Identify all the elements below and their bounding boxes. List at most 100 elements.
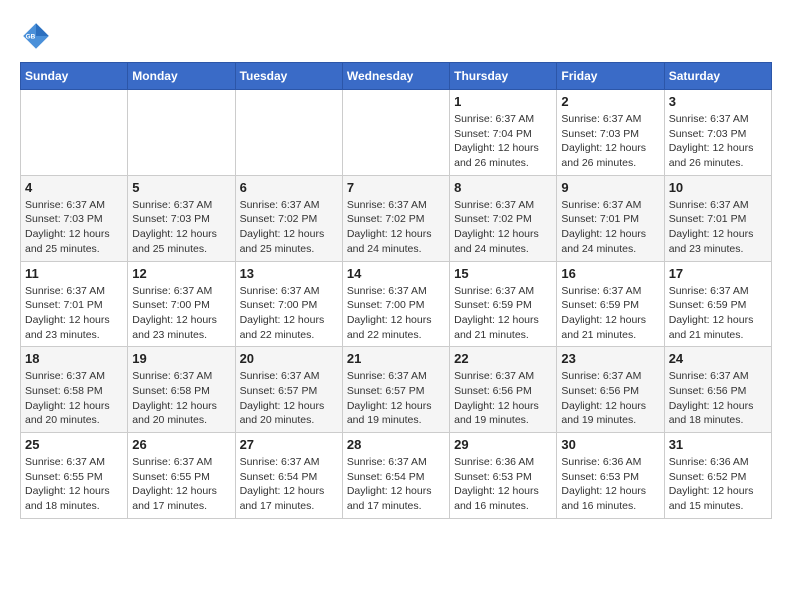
logo-icon: GB: [20, 20, 52, 52]
calendar-cell: 24 Sunrise: 6:37 AM Sunset: 6:56 PM Dayli…: [664, 347, 771, 433]
day-number: 20: [240, 351, 338, 366]
calendar-cell: 23 Sunrise: 6:37 AM Sunset: 6:56 PM Dayli…: [557, 347, 664, 433]
calendar-cell: 27 Sunrise: 6:37 AM Sunset: 6:54 PM Dayli…: [235, 433, 342, 519]
day-number: 4: [25, 180, 123, 195]
logo: GB: [20, 20, 56, 52]
calendar-cell: [128, 90, 235, 176]
day-number: 16: [561, 266, 659, 281]
day-number: 13: [240, 266, 338, 281]
calendar-cell: 18Sunrise: 6:37 AM Sunset: 6:58 PM Dayli…: [21, 347, 128, 433]
cell-text: Sunrise: 6:37 AM Sunset: 7:01 PM Dayligh…: [561, 198, 659, 257]
cell-text: Sunrise: 6:37 AM Sunset: 6:54 PM Dayligh…: [240, 455, 338, 514]
day-number: 9: [561, 180, 659, 195]
day-number: 2: [561, 94, 659, 109]
calendar-cell: 31Sunrise: 6:36 AM Sunset: 6:52 PM Dayli…: [664, 433, 771, 519]
day-number: 7: [347, 180, 445, 195]
calendar-cell: 2 Sunrise: 6:37 AM Sunset: 7:03 PM Daylig…: [557, 90, 664, 176]
cell-text: Sunrise: 6:37 AM Sunset: 7:02 PM Dayligh…: [347, 198, 445, 257]
calendar-cell: 20 Sunrise: 6:37 AM Sunset: 6:57 PM Dayli…: [235, 347, 342, 433]
day-of-week-thursday: Thursday: [450, 63, 557, 90]
day-number: 12: [132, 266, 230, 281]
day-number: 1: [454, 94, 552, 109]
day-number: 30: [561, 437, 659, 452]
calendar-cell: 26 Sunrise: 6:37 AM Sunset: 6:55 PM Dayli…: [128, 433, 235, 519]
calendar-cell: [21, 90, 128, 176]
day-number: 24: [669, 351, 767, 366]
day-number: 11: [25, 266, 123, 281]
cell-text: Sunrise: 6:37 AM Sunset: 6:58 PM Dayligh…: [132, 369, 230, 428]
day-number: 6: [240, 180, 338, 195]
cell-text: Sunrise: 6:37 AM Sunset: 7:03 PM Dayligh…: [561, 112, 659, 171]
cell-text: Sunrise: 6:37 AM Sunset: 7:00 PM Dayligh…: [240, 284, 338, 343]
day-number: 8: [454, 180, 552, 195]
calendar-cell: [342, 90, 449, 176]
cell-text: Sunrise: 6:37 AM Sunset: 6:56 PM Dayligh…: [669, 369, 767, 428]
cell-text: Sunrise: 6:37 AM Sunset: 6:59 PM Dayligh…: [669, 284, 767, 343]
svg-text:GB: GB: [26, 33, 36, 40]
calendar-week-5: 25 Sunrise: 6:37 AM Sunset: 6:55 PM Dayli…: [21, 433, 772, 519]
cell-text: Sunrise: 6:37 AM Sunset: 6:55 PM Dayligh…: [132, 455, 230, 514]
calendar-body: 1Sunrise: 6:37 AM Sunset: 7:04 PM Daylig…: [21, 90, 772, 519]
day-number: 27: [240, 437, 338, 452]
day-of-week-monday: Monday: [128, 63, 235, 90]
calendar-cell: 8Sunrise: 6:37 AM Sunset: 7:02 PM Daylig…: [450, 175, 557, 261]
cell-text: Sunrise: 6:37 AM Sunset: 6:57 PM Dayligh…: [240, 369, 338, 428]
cell-text: Sunrise: 6:37 AM Sunset: 6:55 PM Dayligh…: [25, 455, 123, 514]
day-header-row: SundayMondayTuesdayWednesdayThursdayFrid…: [21, 63, 772, 90]
cell-text: Sunrise: 6:36 AM Sunset: 6:53 PM Dayligh…: [454, 455, 552, 514]
day-number: 3: [669, 94, 767, 109]
calendar-cell: 15 Sunrise: 6:37 AM Sunset: 6:59 PM Dayli…: [450, 261, 557, 347]
day-number: 31: [669, 437, 767, 452]
cell-text: Sunrise: 6:37 AM Sunset: 7:01 PM Dayligh…: [25, 284, 123, 343]
cell-text: Sunrise: 6:37 AM Sunset: 7:02 PM Dayligh…: [240, 198, 338, 257]
cell-text: Sunrise: 6:37 AM Sunset: 6:59 PM Dayligh…: [561, 284, 659, 343]
day-of-week-friday: Friday: [557, 63, 664, 90]
day-number: 17: [669, 266, 767, 281]
cell-text: Sunrise: 6:37 AM Sunset: 6:56 PM Dayligh…: [454, 369, 552, 428]
day-of-week-wednesday: Wednesday: [342, 63, 449, 90]
calendar-cell: 14Sunrise: 6:37 AM Sunset: 7:00 PM Dayli…: [342, 261, 449, 347]
cell-text: Sunrise: 6:37 AM Sunset: 7:03 PM Dayligh…: [132, 198, 230, 257]
cell-text: Sunrise: 6:37 AM Sunset: 7:00 PM Dayligh…: [132, 284, 230, 343]
day-number: 23: [561, 351, 659, 366]
calendar-cell: 29 Sunrise: 6:36 AM Sunset: 6:53 PM Dayli…: [450, 433, 557, 519]
day-number: 15: [454, 266, 552, 281]
cell-text: Sunrise: 6:37 AM Sunset: 6:56 PM Dayligh…: [561, 369, 659, 428]
day-number: 28: [347, 437, 445, 452]
day-number: 18: [25, 351, 123, 366]
cell-text: Sunrise: 6:37 AM Sunset: 6:59 PM Dayligh…: [454, 284, 552, 343]
calendar-cell: 4 Sunrise: 6:37 AM Sunset: 7:03 PM Daylig…: [21, 175, 128, 261]
calendar-week-1: 1Sunrise: 6:37 AM Sunset: 7:04 PM Daylig…: [21, 90, 772, 176]
calendar-week-3: 11 Sunrise: 6:37 AM Sunset: 7:01 PM Dayli…: [21, 261, 772, 347]
calendar-cell: 11 Sunrise: 6:37 AM Sunset: 7:01 PM Dayli…: [21, 261, 128, 347]
day-number: 19: [132, 351, 230, 366]
day-of-week-saturday: Saturday: [664, 63, 771, 90]
day-number: 29: [454, 437, 552, 452]
calendar-cell: 9 Sunrise: 6:37 AM Sunset: 7:01 PM Daylig…: [557, 175, 664, 261]
calendar-cell: 12 Sunrise: 6:37 AM Sunset: 7:00 PM Dayli…: [128, 261, 235, 347]
day-number: 25: [25, 437, 123, 452]
day-of-week-sunday: Sunday: [21, 63, 128, 90]
calendar-week-4: 18 Sunrise: 6:37 AM Sunset: 6:58 PM Dayli…: [21, 347, 772, 433]
calendar-cell: [235, 90, 342, 176]
calendar-cell: 13 Sunrise: 6:37 AM Sunset: 7:00 PM Dayli…: [235, 261, 342, 347]
calendar-cell: 7 Sunrise: 6:37 AM Sunset: 7:02 PM Daylig…: [342, 175, 449, 261]
day-number: 26: [132, 437, 230, 452]
calendar-cell: 28 Sunrise: 6:37 AM Sunset: 6:54 PM Dayli…: [342, 433, 449, 519]
calendar-cell: 22Sunrise: 6:37 AM Sunset: 6:56 PM Dayli…: [450, 347, 557, 433]
calendar-table: SundayMondayTuesdayWednesdayThursdayFrid…: [20, 62, 772, 519]
calendar-cell: 30Sunrise: 6:36 AM Sunset: 6:53 PM Dayli…: [557, 433, 664, 519]
cell-text: Sunrise: 6:37 AM Sunset: 7:03 PM Dayligh…: [669, 112, 767, 171]
calendar-cell: 5 Sunrise: 6:37 AM Sunset: 7:03 PM Daylig…: [128, 175, 235, 261]
cell-text: Sunrise: 6:37 AM Sunset: 6:54 PM Dayligh…: [347, 455, 445, 514]
calendar-cell: 3 Sunrise: 6:37 AM Sunset: 7:03 PM Daylig…: [664, 90, 771, 176]
cell-text: Sunrise: 6:37 AM Sunset: 7:01 PM Dayligh…: [669, 198, 767, 257]
day-number: 5: [132, 180, 230, 195]
cell-text: Sunrise: 6:37 AM Sunset: 6:57 PM Dayligh…: [347, 369, 445, 428]
cell-text: Sunrise: 6:37 AM Sunset: 7:03 PM Dayligh…: [25, 198, 123, 257]
day-number: 14: [347, 266, 445, 281]
calendar-cell: 21Sunrise: 6:37 AM Sunset: 6:57 PM Dayli…: [342, 347, 449, 433]
calendar-week-2: 4 Sunrise: 6:37 AM Sunset: 7:03 PM Daylig…: [21, 175, 772, 261]
calendar-cell: 16 Sunrise: 6:37 AM Sunset: 6:59 PM Dayli…: [557, 261, 664, 347]
calendar-cell: 19 Sunrise: 6:37 AM Sunset: 6:58 PM Dayli…: [128, 347, 235, 433]
